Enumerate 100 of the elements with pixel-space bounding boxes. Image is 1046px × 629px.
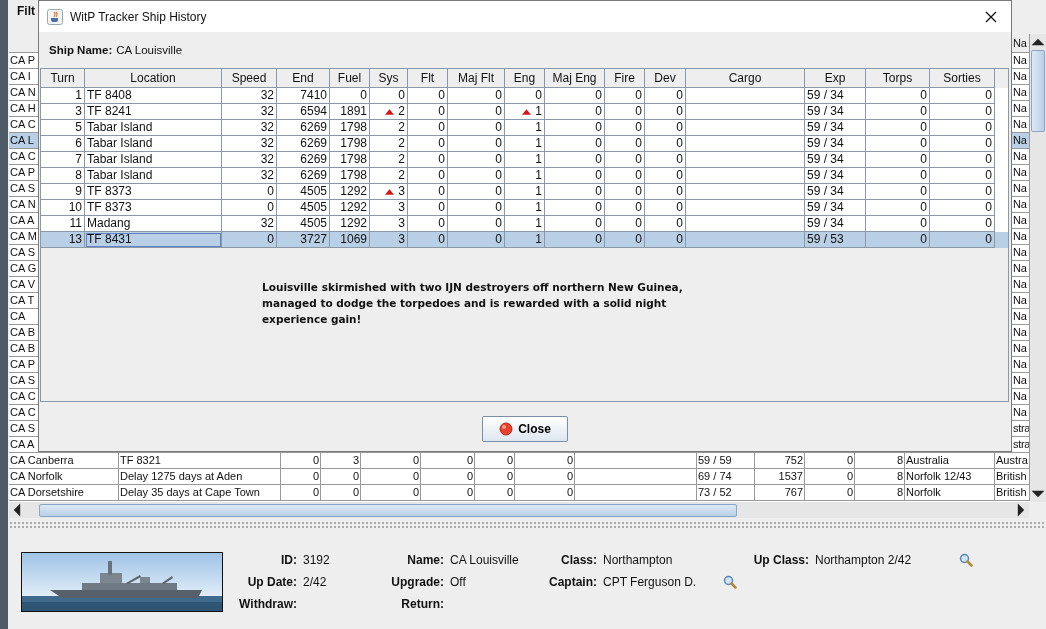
table-cell: 1	[535, 120, 542, 135]
search-icon[interactable]	[959, 553, 973, 567]
close-icon[interactable]	[985, 10, 997, 23]
table-cell: 59 / 59	[697, 453, 755, 469]
filter-label: Filt	[17, 4, 35, 18]
table-cell: TF 8321	[119, 453, 281, 469]
table-row[interactable]: 10 TF 8373 0 4505 1292 3 0 0 1 0 0 0 59 / 34 0 0	[41, 200, 1008, 216]
field-label: Captain:	[548, 574, 597, 591]
table-cell: 0	[361, 453, 421, 469]
table-cell: 0	[475, 469, 515, 485]
table-row[interactable]: 9 TF 8373 0 4505 1292 3 0 0 1 0 0 0 59 / 34 0 0	[41, 184, 1008, 200]
table-row[interactable]: 1 TF 8408 32 7410 0 0 0 0 0 0 0 0 59 / 34 0 0	[41, 88, 1008, 104]
table-cell: Delay 35 days at Cape Town	[119, 485, 281, 501]
table-cell: Norfolk	[905, 485, 995, 501]
table-cell: 0	[866, 232, 930, 248]
table-row[interactable]: 6 Tabar Island 32 6269 1798 2 0 0 1 0 0 0 59 / 34 0 0	[41, 136, 1008, 152]
table-cell: 3	[398, 232, 405, 247]
table-row[interactable]: 7 Tabar Island 32 6269 1798 2 0 0 1 0 0 0 59 / 34 0 0	[41, 152, 1008, 168]
table-cell: 1	[535, 184, 542, 199]
table-cell: 1	[535, 152, 542, 167]
table-cell: 3	[321, 453, 361, 469]
field-label: Return:	[400, 596, 444, 613]
field-value: Northampton 2/42	[815, 553, 912, 567]
table-cell: Australia	[905, 453, 995, 469]
table-cell: 0	[545, 232, 605, 248]
table-cell: 0	[281, 485, 321, 501]
table-cell: 0	[475, 453, 515, 469]
table-cell: 0	[645, 232, 686, 248]
table-cell: 13	[41, 232, 85, 248]
field-value: CA Louisville	[450, 553, 519, 567]
field-label: Withdraw:	[238, 596, 297, 613]
table-cell: 0	[408, 232, 448, 248]
field-value: 3192	[303, 553, 330, 567]
table-cell: 3727	[277, 232, 330, 248]
field-label: ID:	[280, 552, 297, 569]
table-cell: 1	[535, 136, 542, 151]
table-cell: 0	[321, 485, 361, 501]
table-cell: 0	[515, 453, 575, 469]
table-cell: 0	[515, 469, 575, 485]
table-cell: 8	[855, 485, 905, 501]
table-cell: 3	[398, 200, 405, 215]
stop-icon	[499, 421, 514, 436]
table-row[interactable]: CA Dorsetshire Delay 35 days at Cape Town 0 0 0 0 0 0 73 / 52 767 0 8 Norfolk British	[9, 485, 1030, 501]
table-cell: 752	[755, 453, 805, 469]
table-cell: CA Norfolk	[9, 469, 119, 485]
field-value: CPT Ferguson D.	[603, 575, 697, 589]
table-cell: 0	[421, 469, 475, 485]
field-value: Off	[450, 575, 466, 589]
table-cell: 0	[222, 232, 277, 248]
table-cell: 0	[281, 453, 321, 469]
table-cell: CA Canberra	[9, 453, 119, 469]
table-cell: 2	[398, 136, 405, 151]
table-cell: Norfolk 12/43	[905, 469, 995, 485]
table-cell: 0	[805, 485, 855, 501]
table-cell: 3	[398, 184, 405, 199]
table-cell: 767	[755, 485, 805, 501]
table-cell: 73 / 52	[697, 485, 755, 501]
table-cell: 0	[515, 485, 575, 501]
table-cell: 1537	[755, 469, 805, 485]
table-cell: 1	[535, 232, 542, 247]
table-cell: 8	[855, 469, 905, 485]
close-button[interactable]: Close	[482, 415, 568, 442]
window-title: WitP Tracker Ship History	[70, 9, 207, 24]
field-label: Name:	[406, 552, 444, 569]
scroll-thumb[interactable]	[1031, 50, 1045, 132]
table-cell: 2	[398, 152, 405, 167]
table-row[interactable]: 13 TF 8431 0 3727 1069 3 0 0 1 0 0 0 59 / 53 0 0	[41, 232, 1008, 248]
table-cell: 3	[398, 216, 405, 231]
table-cell: 0	[448, 232, 505, 248]
table-cell: 1069	[330, 232, 370, 248]
table-row[interactable]: CA Canberra TF 8321 0 3 0 0 0 0 59 / 59 752 0 8 Australia Austra	[9, 453, 1030, 469]
table-cell: 1	[535, 200, 542, 215]
table-cell: 0	[421, 453, 475, 469]
table-cell: 0	[805, 469, 855, 485]
table-cell: CA Dorsetshire	[9, 485, 119, 501]
field-label: Class:	[559, 552, 597, 569]
table-row[interactable]: CA Norfolk Delay 1275 days at Aden 0 0 0 0 0 0 69 / 74 1537 0 8 Norfolk 12/43 British	[9, 469, 1030, 485]
table-cell: 0	[535, 88, 542, 103]
table-row[interactable]: 3 TF 8241 32 6594 1891 2 0 0 1 0 0 0 59 / 34 0 0	[41, 104, 1008, 120]
table-cell: 59 / 53	[805, 232, 866, 248]
table-cell: 0	[321, 469, 361, 485]
table-cell: 0	[398, 88, 405, 103]
message-text: Louisville skirmished with two IJN destroyers off northern New Guinea, managed to dodge the torpedoes and is rewarded with a solid night experience gain!	[262, 280, 684, 327]
table-cell: 0	[605, 232, 645, 248]
field-value: Northampton	[603, 553, 673, 567]
table-cell: 0	[361, 485, 421, 501]
table-row[interactable]: 8 Tabar Island 32 6269 1798 2 0 0 1 0 0 0 59 / 34 0 0	[41, 168, 1008, 184]
table-cell: 2	[398, 120, 405, 135]
table-row[interactable]: 5 Tabar Island 32 6269 1798 2 0 0 1 0 0 0 59 / 34 0 0	[41, 120, 1008, 136]
table-cell: TF 8431	[85, 232, 222, 248]
table-cell: 2	[398, 104, 405, 119]
field-value: CA Louisville	[116, 44, 183, 56]
table-cell: Delay 1275 days at Aden	[119, 469, 281, 485]
table-row[interactable]: 11 Madang 32 4505 1292 3 0 0 1 0 0 0 59 / 34 0 0	[41, 216, 1008, 232]
vertical-scrollbar[interactable]	[1030, 34, 1046, 502]
scroll-thumb[interactable]	[39, 503, 737, 517]
search-icon[interactable]	[723, 575, 737, 589]
table-cell: 0	[421, 485, 475, 501]
field-value: 2/42	[303, 575, 327, 589]
horizontal-scrollbar[interactable]	[9, 502, 1029, 518]
